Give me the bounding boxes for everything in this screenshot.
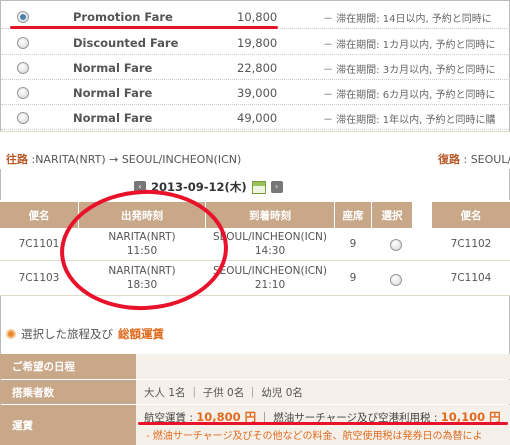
fare-note: － 滞在期間: 3カ月以内, 予約と同時に: [323, 65, 496, 76]
header-select: 選択: [372, 202, 412, 228]
fare-name: Normal Fare: [73, 111, 153, 125]
arrival-time: 14:30: [254, 245, 286, 257]
arrival-cell: SEOUL/INCHEON(ICN) 21:10: [206, 262, 334, 294]
outbound-route-text: :NARITA(NRT) → SEOUL/INCHEON(ICN): [28, 153, 242, 166]
fare-radio[interactable]: [17, 112, 29, 124]
passenger-label: 搭乗者数: [0, 380, 136, 404]
fare-option-row[interactable]: Normal Fare 39,000 － 滞在期間: 6カ月以内, 予約と同時に: [1, 81, 509, 105]
passenger-value: 大人 1名 ｜ 子供 0名 ｜ 幼児 0名: [136, 380, 510, 404]
fare-name: Discounted Fare: [73, 36, 179, 50]
fare-options: Promotion Fare 10,800 － 滞在期間: 14日以内, 予約と…: [1, 1, 509, 131]
seat-count: 9: [349, 272, 357, 284]
flight-select-radio[interactable]: [390, 239, 402, 251]
arrival-place: SEOUL/INCHEON(ICN): [212, 231, 328, 243]
header-seats: 座席: [335, 202, 371, 228]
return-flight-number: 7C1104: [450, 272, 492, 284]
flight-select-radio[interactable]: [390, 274, 402, 286]
return-route-text: : SEOUL/: [460, 153, 510, 166]
calendar-icon[interactable]: [251, 180, 266, 194]
fare-note: － 滞在期間: 1年以内, 予約と同時に購: [323, 115, 496, 126]
header-arrival: 到着時刻: [206, 202, 334, 228]
fare-radio[interactable]: [17, 87, 29, 99]
fare-radio[interactable]: [17, 62, 29, 74]
annotation-underline: [138, 422, 508, 425]
outbound-route: 往路 :NARITA(NRT) → SEOUL/INCHEON(ICN): [6, 151, 241, 167]
next-date-button[interactable]: ›: [270, 181, 283, 193]
fare-option-row[interactable]: Normal Fare 49,000 － 滞在期間: 1年以内, 予約と同時に購: [1, 106, 509, 130]
fare-price: 39,000: [237, 86, 278, 100]
return-flight-number: 7C1102: [450, 238, 492, 250]
arrival-time: 21:10: [254, 279, 286, 291]
fare-price: 22,800: [237, 61, 278, 75]
fare-name: Promotion Fare: [73, 10, 173, 24]
fare-name: Normal Fare: [73, 61, 153, 75]
fare-price: 49,000: [237, 111, 278, 125]
header-flight: 便名: [0, 202, 78, 228]
schedule-label: ご希望の日程: [0, 354, 136, 379]
fare-label: 運賃: [0, 405, 136, 445]
annotation-underline: [10, 26, 278, 29]
fare-radio[interactable]: [17, 11, 29, 23]
bullet-icon: [6, 329, 16, 339]
fare-note: － 滞在期間: 1カ月以内, 予約と同時に: [323, 40, 496, 51]
summary-title-highlight: 総額運賃: [118, 327, 164, 341]
return-route: 復路 : SEOUL/: [438, 151, 510, 167]
outbound-prefix: 往路: [6, 153, 28, 166]
arrival-place: SEOUL/INCHEON(ICN): [212, 265, 328, 277]
fare-price: 19,800: [237, 36, 278, 50]
fare-price: 10,800: [237, 10, 278, 24]
fare-radio[interactable]: [17, 37, 29, 49]
fare-note: － 滞在期間: 14日以内, 予約と同時に: [323, 14, 492, 25]
fare-name: Normal Fare: [73, 86, 153, 100]
header-return-flight: 便名: [432, 202, 510, 228]
return-prefix: 復路: [438, 153, 460, 166]
seat-count: 9: [349, 238, 357, 250]
summary-title-text: 選択した旅程及び: [21, 327, 113, 341]
fare-note: － 滞在期間: 6カ月以内, 予約と同時に: [323, 90, 496, 101]
summary-title: 選択した旅程及び 総額運賃: [6, 326, 164, 342]
fare-option-row[interactable]: Normal Fare 22,800 － 滞在期間: 3カ月以内, 予約と同時に: [1, 56, 509, 80]
surcharge-warning: - 燃油サーチャージ及びその他などの料金、航空使用税は発券日の為替によ: [146, 431, 483, 442]
schedule-value: [136, 354, 510, 379]
fare-option-row[interactable]: Discounted Fare 19,800 － 滞在期間: 1カ月以内, 予約…: [1, 31, 509, 55]
row-divider: [0, 295, 510, 296]
